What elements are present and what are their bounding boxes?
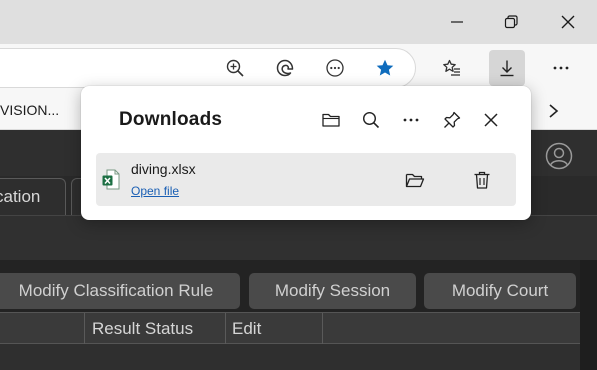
sub-toolbar xyxy=(0,216,597,260)
settings-more-button[interactable] xyxy=(544,51,578,85)
trash-icon xyxy=(474,171,490,189)
chevron-right-icon[interactable] xyxy=(544,99,564,123)
favorites-star-list-icon xyxy=(443,59,460,76)
search-downloads-button[interactable] xyxy=(357,106,385,134)
tab-label: cation xyxy=(0,187,41,206)
download-item[interactable]: diving.xlsx Open file xyxy=(96,153,516,206)
favorites-button[interactable] xyxy=(435,51,469,85)
edge-extension-button[interactable] xyxy=(268,51,302,85)
restore-button[interactable] xyxy=(488,4,534,40)
modify-classification-rule-button[interactable]: Modify Classification Rule xyxy=(0,273,240,309)
more-actions-button[interactable] xyxy=(318,51,352,85)
tab-classification[interactable]: cation xyxy=(0,178,66,215)
ellipsis-icon xyxy=(403,118,419,122)
close-icon xyxy=(561,15,575,29)
address-bar[interactable] xyxy=(0,48,416,88)
modify-session-button[interactable]: Modify Session xyxy=(249,273,416,309)
vertical-scrollbar[interactable] xyxy=(580,260,597,370)
downloads-flyout: Downloads diving.xlsx Open file xyxy=(81,86,531,220)
download-icon xyxy=(500,60,514,77)
downloads-button[interactable] xyxy=(489,50,525,86)
delete-download-button[interactable] xyxy=(467,165,497,195)
column-divider xyxy=(84,313,85,345)
column-header-result-status[interactable]: Result Status xyxy=(92,319,193,339)
minimize-icon xyxy=(451,21,463,23)
excel-file-icon xyxy=(102,169,120,190)
close-downloads-button[interactable] xyxy=(477,106,505,134)
browser-toolbar xyxy=(0,44,597,92)
open-downloads-folder-button[interactable] xyxy=(317,106,345,134)
table-header: Result Status Edit xyxy=(0,312,580,345)
zoom-in-icon xyxy=(226,59,244,77)
title-bar xyxy=(0,0,597,44)
download-file-name: diving.xlsx xyxy=(131,161,196,177)
pin-icon xyxy=(444,111,461,128)
favorite-item[interactable]: VISION... xyxy=(0,102,59,118)
user-avatar-icon[interactable] xyxy=(545,142,573,170)
ellipsis-icon xyxy=(553,66,569,70)
modify-court-button[interactable]: Modify Court xyxy=(424,273,576,309)
search-icon xyxy=(362,111,380,129)
pin-downloads-button[interactable] xyxy=(438,106,466,134)
table-body xyxy=(0,344,580,370)
star-filled-icon xyxy=(376,59,394,76)
open-file-link[interactable]: Open file xyxy=(131,184,179,198)
folder-icon xyxy=(322,113,340,127)
action-bar: Modify Classification Rule Modify Sessio… xyxy=(0,260,597,312)
folder-open-icon xyxy=(405,173,425,188)
favorite-button[interactable] xyxy=(368,51,402,85)
zoom-button[interactable] xyxy=(218,51,252,85)
close-window-button[interactable] xyxy=(545,4,591,40)
downloads-title: Downloads xyxy=(119,109,223,130)
show-in-folder-button[interactable] xyxy=(400,165,430,195)
restore-icon xyxy=(504,15,518,29)
more-circle-icon xyxy=(326,59,344,77)
close-icon xyxy=(484,113,498,127)
column-divider xyxy=(225,313,226,345)
column-divider xyxy=(322,313,323,345)
edge-icon xyxy=(276,59,294,77)
column-header-edit[interactable]: Edit xyxy=(232,319,261,339)
minimize-button[interactable] xyxy=(434,4,480,40)
downloads-more-options-button[interactable] xyxy=(397,106,425,134)
